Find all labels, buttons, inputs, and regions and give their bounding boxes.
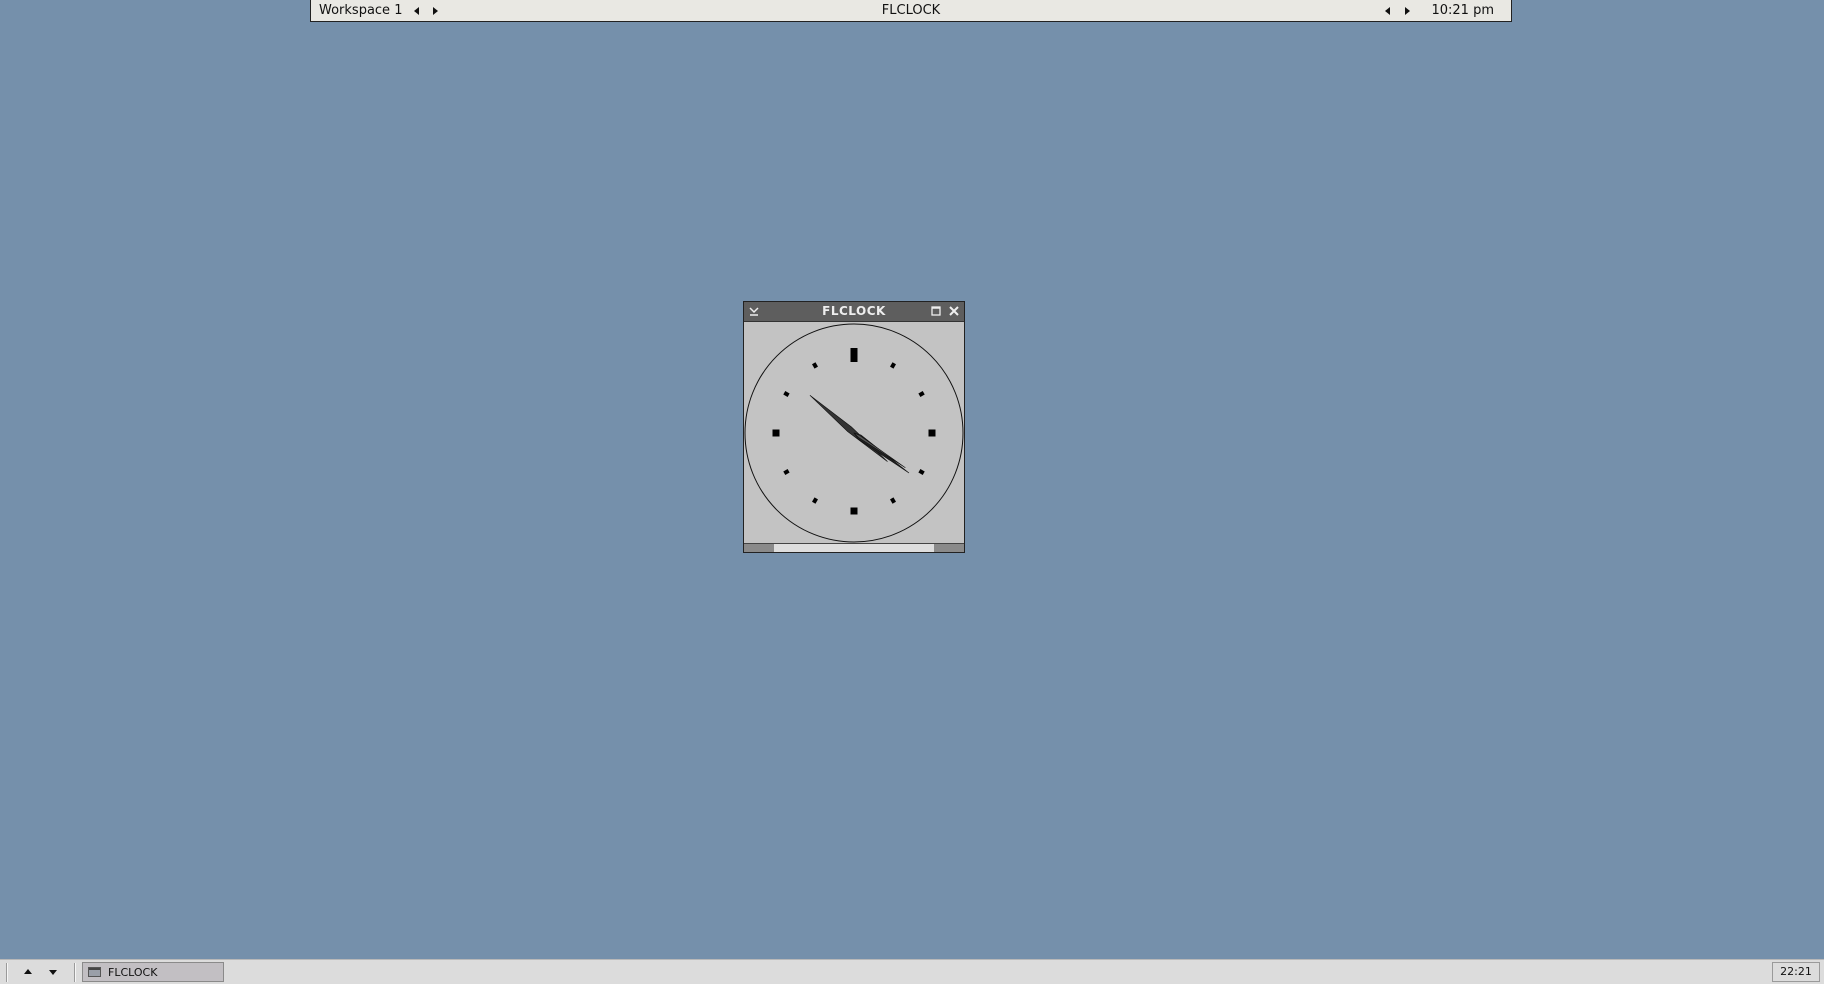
analog-clock-face xyxy=(744,323,964,543)
taskbar-separator xyxy=(74,963,76,982)
scroll-down-icon[interactable] xyxy=(49,970,57,975)
next-window-arrow-icon[interactable] xyxy=(1405,7,1410,15)
hour-tick-6 xyxy=(850,507,858,515)
toolbar-clock: 10:21 pm xyxy=(1431,3,1494,18)
flclock-window[interactable]: FLCLOCK xyxy=(743,301,965,553)
top-toolbar: Workspace 1 FLCLOCK 10:21 pm xyxy=(310,0,1512,22)
bottom-taskbar: FLCLOCK 22:21 xyxy=(0,959,1824,984)
desktop: Workspace 1 FLCLOCK 10:21 pm FLCLOCK FLC… xyxy=(0,0,1824,984)
resize-bar[interactable] xyxy=(744,543,964,552)
hour-tick-9 xyxy=(772,429,780,437)
scroll-up-icon[interactable] xyxy=(24,969,32,974)
hour-tick-12 xyxy=(850,348,858,362)
maximize-icon[interactable] xyxy=(930,305,942,317)
focused-window-title[interactable]: FLCLOCK xyxy=(311,3,1511,18)
taskbar-separator xyxy=(6,963,8,982)
tray-clock[interactable]: 22:21 xyxy=(1772,962,1820,982)
resize-grip-right[interactable] xyxy=(934,544,964,552)
taskbar-item-label: FLCLOCK xyxy=(108,966,158,979)
resize-grip-left[interactable] xyxy=(744,544,774,552)
window-icon xyxy=(88,967,101,977)
prev-window-arrow-icon[interactable] xyxy=(1385,7,1390,15)
close-icon[interactable] xyxy=(948,305,960,317)
window-titlebar[interactable]: FLCLOCK xyxy=(744,302,964,322)
taskbar-item-flclock[interactable]: FLCLOCK xyxy=(82,962,224,982)
hour-tick-3 xyxy=(928,429,936,437)
